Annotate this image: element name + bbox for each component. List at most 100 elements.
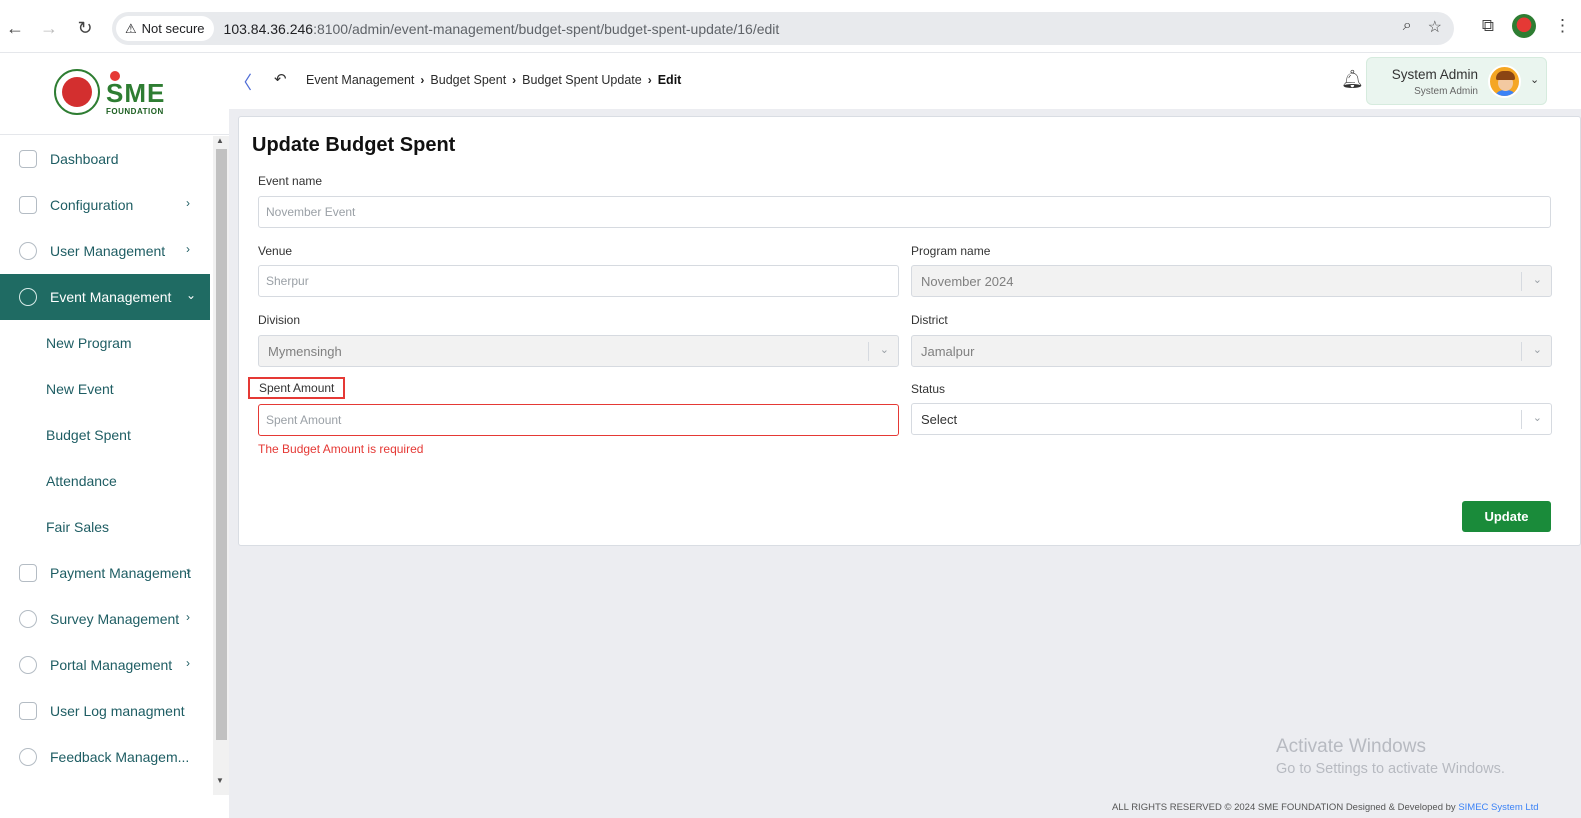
chevron-down-icon: ⌄ <box>1532 344 1542 356</box>
chevron-right-icon: › <box>420 73 425 87</box>
sidebar-subitem-new-program[interactable]: New Program <box>0 320 210 366</box>
breadcrumb-budget-spent[interactable]: Budget Spent <box>430 73 506 87</box>
not-secure-label: Not secure <box>141 21 205 36</box>
sidebar-item-user-management[interactable]: User Management › <box>0 228 210 274</box>
program-name-value: November 2024 <box>921 273 1014 289</box>
sme-foundation-logo[interactable]: SME FOUNDATION <box>106 71 165 116</box>
sidebar-item-dashboard[interactable]: Dashboard <box>0 136 210 182</box>
sidebar-item-survey-management[interactable]: Survey Management › <box>0 596 210 642</box>
sidebar-scroll-thumb[interactable] <box>216 149 227 740</box>
district-label: District <box>911 313 948 327</box>
sidebar-item-label: Payment Management <box>50 565 191 581</box>
main-content: 〈 ↶ Event Management › Budget Spent › Bu… <box>229 53 1581 818</box>
sidebar-item-label: Configuration <box>50 197 134 213</box>
sidebar-item-user-log[interactable]: User Log managment <box>0 688 210 734</box>
breadcrumb-event-management[interactable]: Event Management <box>306 73 414 87</box>
event-name-input[interactable]: November Event <box>258 196 1551 228</box>
top-header: 〈 ↶ Event Management › Budget Spent › Bu… <box>229 53 1581 109</box>
pie-chart-icon <box>19 610 37 628</box>
update-button[interactable]: Update <box>1462 501 1551 532</box>
program-name-select[interactable]: November 2024 ⌄ <box>911 265 1552 297</box>
user-name: System Admin <box>1391 67 1478 82</box>
sidebar-item-portal-management[interactable]: Portal Management › <box>0 642 210 688</box>
chevron-down-icon: ⌄ <box>1530 74 1540 86</box>
bookmark-star-icon[interactable]: ☆ <box>1428 17 1442 37</box>
footer-text: ALL RIGHTS RESERVED © 2024 SME FOUNDATIO… <box>1112 802 1456 813</box>
feedback-icon <box>19 748 37 766</box>
update-budget-form-card: Update Budget Spent Event name November … <box>238 116 1581 546</box>
sidebar-item-label: User Log managment <box>50 703 185 719</box>
logo-area: SME FOUNDATION <box>0 53 229 135</box>
payment-icon <box>19 564 37 582</box>
chevron-right-icon: › <box>186 196 190 210</box>
page-title: Update Budget Spent <box>252 134 456 156</box>
district-select[interactable]: Jamalpur ⌄ <box>911 335 1552 367</box>
chevron-right-icon: › <box>647 73 652 87</box>
sidebar: SME FOUNDATION Dashboard Configuration ›… <box>0 53 229 818</box>
portal-icon <box>19 656 37 674</box>
user-role: System Admin <box>1414 86 1478 97</box>
sidebar-item-feedback-management[interactable]: Feedback Managem... <box>0 734 210 780</box>
reload-icon[interactable]: ↻ <box>73 16 97 40</box>
logo-brand-sub: FOUNDATION <box>106 107 164 116</box>
spent-amount-input[interactable]: Spent Amount <box>258 404 899 436</box>
status-value: Select <box>921 411 958 427</box>
more-menu-icon[interactable]: ⋮ <box>1554 16 1571 36</box>
venue-input[interactable]: Sherpur <box>258 265 899 297</box>
profile-avatar[interactable] <box>1512 14 1536 38</box>
sidebar-subitem-fair-sales[interactable]: Fair Sales <box>0 504 210 550</box>
sidebar-item-payment-management[interactable]: Payment Management › <box>0 550 210 596</box>
sidebar-subitem-attendance[interactable]: Attendance <box>0 458 210 504</box>
sidebar-item-label: Event Management <box>50 289 172 305</box>
program-name-label: Program name <box>911 244 991 258</box>
url-text[interactable]: 103.84.36.246:8100/admin/event-managemen… <box>224 21 780 37</box>
chevron-right-icon: › <box>512 73 517 87</box>
scroll-down-arrow-icon[interactable]: ▼ <box>216 776 224 785</box>
security-chip[interactable]: ⚠ Not secure <box>116 16 214 41</box>
chevron-down-icon: ⌄ <box>1532 412 1542 424</box>
division-select[interactable]: Mymensingh ⌄ <box>258 335 899 367</box>
sidebar-item-label: Portal Management <box>50 657 173 673</box>
division-label: Division <box>258 313 301 327</box>
url-host: 103.84.36.246 <box>223 20 314 37</box>
shield-icon <box>19 242 37 260</box>
warning-icon: ⚠ <box>125 20 137 36</box>
chevron-down-icon: ⌄ <box>186 288 197 302</box>
chevron-right-icon: › <box>186 242 190 256</box>
logo-brand-text: SME <box>106 78 166 108</box>
grid-icon <box>19 150 37 168</box>
sidebar-item-label: Feedback Managem... <box>50 749 190 765</box>
avatar <box>1488 65 1521 98</box>
breadcrumb-current: Edit <box>657 73 682 87</box>
sidebar-item-configuration[interactable]: Configuration › <box>0 182 210 228</box>
undo-back-icon[interactable]: ↶ <box>274 70 287 88</box>
footer: ALL RIGHTS RESERVED © 2024 SME FOUNDATIO… <box>1112 802 1539 813</box>
chevron-right-icon: › <box>186 610 190 624</box>
extensions-icon[interactable]: ⧉ <box>1482 16 1494 36</box>
scroll-up-arrow-icon[interactable]: ▲ <box>216 136 224 145</box>
browser-toolbar: ← → ↻ ⚠ Not secure 103.84.36.246:8100/ad… <box>0 0 1581 53</box>
zoom-icon[interactable]: ⌕ <box>1403 17 1412 37</box>
collapse-sidebar-icon[interactable]: 〈 <box>234 69 252 95</box>
user-menu[interactable]: System Admin System Admin ⌄ <box>1366 57 1547 105</box>
chevron-right-icon: › <box>186 564 190 578</box>
status-select[interactable]: Select ⌄ <box>911 403 1552 435</box>
forward-arrow-icon[interactable]: → <box>37 16 61 40</box>
footer-link[interactable]: SIMEC System Ltd <box>1458 802 1538 813</box>
sidebar-item-event-management[interactable]: Event Management ⌄ <box>0 274 210 320</box>
breadcrumb: Event Management › Budget Spent › Budget… <box>306 73 681 87</box>
activate-windows-title: Activate Windows <box>1276 736 1426 757</box>
chevron-down-icon: ⌄ <box>879 344 889 356</box>
event-name-label: Event name <box>258 174 323 188</box>
config-icon <box>19 196 37 214</box>
sidebar-subitem-budget-spent[interactable]: Budget Spent <box>0 412 210 458</box>
back-arrow-icon[interactable]: ← <box>3 16 27 40</box>
division-value: Mymensingh <box>268 343 342 359</box>
chevron-down-icon: ⌄ <box>1532 274 1542 286</box>
sidebar-subitem-new-event[interactable]: New Event <box>0 366 210 412</box>
address-bar[interactable]: ⚠ Not secure 103.84.36.246:8100/admin/ev… <box>112 12 1454 45</box>
sidebar-item-label: User Management <box>50 243 166 259</box>
government-emblem-icon <box>54 69 100 115</box>
notification-bell-icon[interactable]: 🔔︎ <box>1341 69 1364 90</box>
breadcrumb-budget-spent-update[interactable]: Budget Spent Update <box>522 73 642 87</box>
